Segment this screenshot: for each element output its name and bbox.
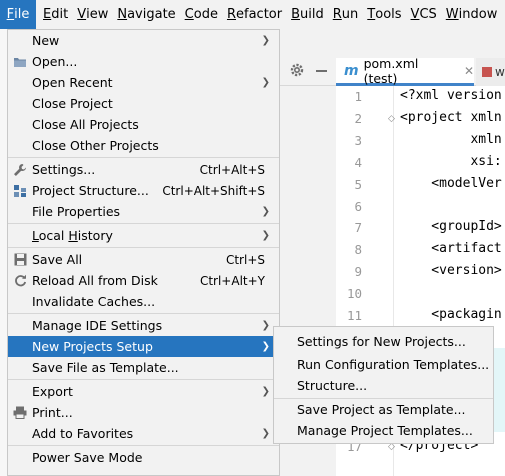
menu-item-manage-ide-settings[interactable]: Manage IDE Settings ❯	[8, 315, 279, 336]
menu-separator	[8, 223, 279, 224]
line-number: 10	[346, 286, 362, 301]
menu-item-local-history[interactable]: Local History ❯	[8, 225, 279, 246]
menu-item-export[interactable]: Export ❯	[8, 381, 279, 402]
line-number: 4	[354, 155, 362, 170]
gear-icon[interactable]	[289, 62, 305, 78]
menu-separator	[8, 247, 279, 248]
menu-file[interactable]: File	[0, 0, 36, 29]
print-icon	[13, 406, 27, 420]
menu-separator	[8, 379, 279, 380]
menu-item-close-project[interactable]: Close Project	[8, 93, 279, 114]
menu-item-add-to-favorites[interactable]: Add to Favorites ❯	[8, 423, 279, 444]
tab-pom-xml[interactable]: m pom.xml (test) ✕	[336, 55, 474, 86]
tab-label: pom.xml (test)	[363, 55, 419, 86]
chevron-right-icon: ❯	[261, 428, 270, 439]
menu-separator	[8, 157, 279, 158]
code-line[interactable]: <artifact	[400, 241, 501, 256]
maven-icon: m	[344, 62, 359, 79]
line-number: 11	[346, 308, 362, 323]
folder-icon	[13, 55, 27, 69]
menu-separator	[8, 313, 279, 314]
menu-navigate[interactable]: Navigate	[117, 0, 175, 29]
code-line[interactable]: <version>	[400, 263, 501, 278]
code-line[interactable]: <?xml version	[400, 88, 502, 103]
file-type-icon	[482, 67, 492, 77]
close-icon[interactable]: ✕	[464, 64, 474, 78]
save-icon	[13, 253, 27, 267]
line-number: 7	[354, 220, 362, 235]
line-number: 2	[354, 111, 362, 126]
menu-item-save-all[interactable]: Save All Ctrl+S	[8, 249, 279, 270]
menu-tools[interactable]: Tools	[367, 0, 401, 29]
menu-item-invalidate-caches[interactable]: Invalidate Caches...	[8, 291, 279, 312]
wrench-icon	[13, 163, 27, 177]
menu-item-file-properties[interactable]: File Properties ❯	[8, 201, 279, 222]
menu-vcs[interactable]: V CS	[411, 0, 437, 29]
menu-view[interactable]: View	[77, 0, 108, 29]
menu-item-print[interactable]: Print...	[8, 402, 279, 423]
menu-window[interactable]: Window	[446, 0, 498, 29]
chevron-right-icon: ❯	[261, 320, 270, 331]
menu-item-reload-all[interactable]: Reload All from Disk Ctrl+Alt+Y	[8, 270, 279, 291]
menu-item-close-all-projects[interactable]: Close All Projects	[8, 114, 279, 135]
menu-item-settings[interactable]: Settings... Ctrl+Alt+S	[8, 159, 279, 180]
code-line[interactable]: <project xmln	[400, 110, 502, 125]
line-number: 8	[354, 242, 362, 257]
reload-icon	[13, 274, 27, 288]
submenu-item-manage-project-templates[interactable]: Manage Project Templates...	[274, 420, 493, 441]
menu-edit[interactable]: Edit	[43, 0, 68, 29]
menu-run[interactable]: Run	[333, 0, 359, 29]
menu-build[interactable]: Build	[291, 0, 324, 29]
menu-separator	[8, 445, 279, 446]
code-line[interactable]: <modelVer	[400, 176, 501, 191]
minimize-icon[interactable]	[316, 70, 327, 72]
line-number: 6	[354, 199, 362, 214]
line-number: 9	[354, 264, 362, 279]
chevron-right-icon: ❯	[261, 386, 270, 397]
code-line[interactable]: <packagin	[400, 307, 501, 322]
chevron-right-icon: ❯	[261, 35, 270, 46]
line-number: 5	[354, 177, 362, 192]
menu-item-save-file-as-template[interactable]: Save File as Template...	[8, 357, 279, 378]
menu-item-project-structure[interactable]: Project Structure... Ctrl+Alt+Shift+S	[8, 180, 279, 201]
code-line[interactable]: <groupId>	[400, 219, 501, 234]
submenu-item-settings-new-projects[interactable]: Settings for New Projects...	[274, 331, 493, 352]
project-structure-icon	[13, 184, 27, 198]
new-projects-setup-submenu: Settings for New Projects... Run Configu…	[273, 326, 494, 444]
chevron-right-icon: ❯	[261, 77, 270, 88]
menu-code[interactable]: Code	[185, 0, 218, 29]
menu-item-open-recent[interactable]: Open Recent ❯	[8, 72, 279, 93]
menu-bar: File Edit View Navigate Code Refactor Bu…	[0, 0, 505, 29]
submenu-item-run-config-templates[interactable]: Run Configuration Templates...	[274, 354, 493, 375]
chevron-right-icon: ❯	[261, 230, 270, 241]
menu-refactor[interactable]: Refactor	[227, 0, 282, 29]
line-number: 3	[354, 133, 362, 148]
menu-item-new-projects-setup[interactable]: New Projects Setup ❯	[8, 336, 279, 357]
code-line[interactable]: xmln	[400, 132, 501, 147]
chevron-right-icon: ❯	[261, 341, 270, 352]
chevron-right-icon: ❯	[261, 206, 270, 217]
submenu-item-save-project-as-template[interactable]: Save Project as Template...	[274, 399, 493, 420]
menu-item-close-other-projects[interactable]: Close Other Projects	[8, 135, 279, 156]
file-menu: New ❯ Open... Open Recent ❯ Close Projec…	[7, 29, 280, 476]
code-line[interactable]: xsi:	[400, 154, 501, 169]
tab-next[interactable]: w	[476, 58, 505, 86]
fold-icon[interactable]: ◇	[388, 114, 398, 124]
menu-item-new[interactable]: New ❯	[8, 30, 279, 51]
editor-highlight	[494, 348, 505, 432]
line-number: 1	[354, 89, 362, 104]
menu-item-open[interactable]: Open...	[8, 51, 279, 72]
submenu-item-structure[interactable]: Structure...	[274, 375, 493, 396]
menu-item-power-save-mode[interactable]: Power Save Mode	[8, 447, 279, 468]
